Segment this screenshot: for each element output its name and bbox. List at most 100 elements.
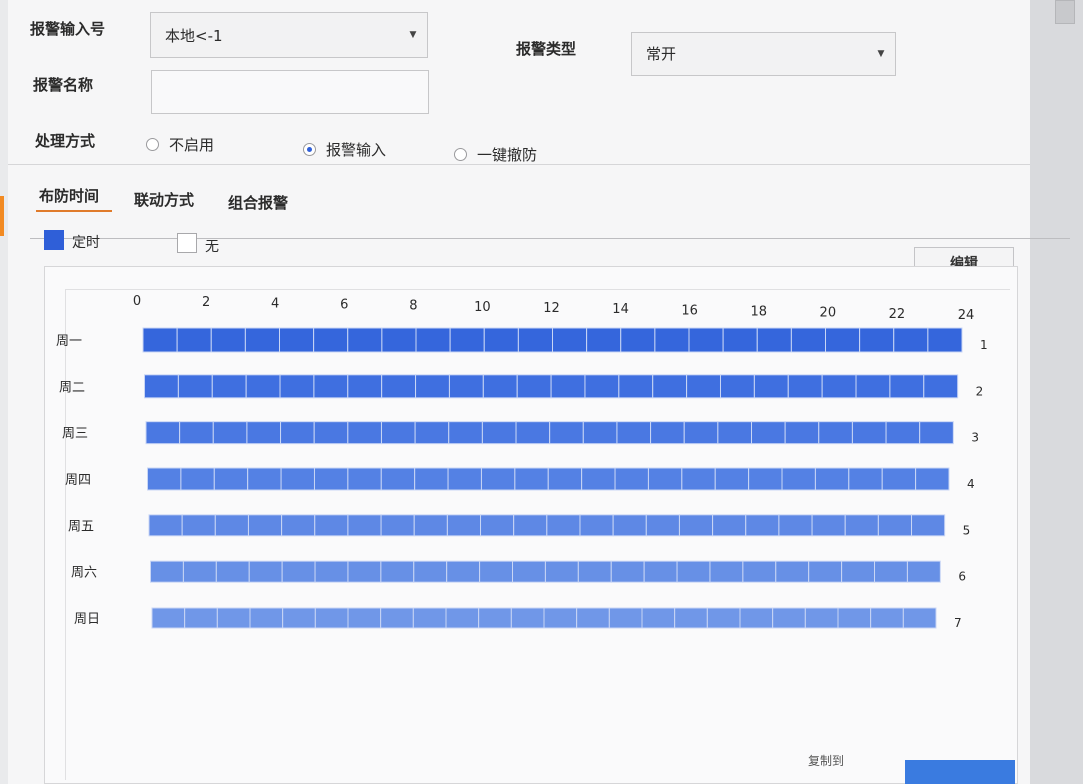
schedule-cell[interactable] bbox=[213, 467, 249, 491]
schedule-cell[interactable] bbox=[447, 467, 482, 491]
schedule-cell[interactable] bbox=[446, 514, 482, 537]
schedule-cell[interactable] bbox=[654, 327, 690, 353]
schedule-cell[interactable] bbox=[772, 607, 806, 629]
schedule-cell[interactable] bbox=[652, 374, 688, 399]
schedule-cell[interactable] bbox=[775, 560, 810, 583]
schedule-cell[interactable] bbox=[449, 327, 485, 353]
schedule-cell[interactable] bbox=[248, 560, 283, 583]
schedule-cell[interactable] bbox=[314, 607, 349, 629]
schedule-cell[interactable] bbox=[681, 467, 716, 491]
schedule-cell[interactable] bbox=[314, 514, 349, 537]
schedule-cell[interactable] bbox=[650, 421, 685, 445]
schedule-cell[interactable] bbox=[877, 514, 913, 537]
schedule-cell[interactable] bbox=[413, 514, 448, 537]
schedule-cell[interactable] bbox=[147, 467, 182, 491]
schedule-cell[interactable] bbox=[851, 421, 887, 445]
schedule-cell[interactable] bbox=[211, 374, 247, 399]
schedule-cell[interactable] bbox=[616, 421, 652, 445]
schedule-cell[interactable] bbox=[577, 560, 612, 583]
schedule-cell[interactable] bbox=[145, 421, 181, 445]
schedule-cell[interactable] bbox=[380, 560, 415, 583]
schedule-cell[interactable] bbox=[214, 514, 249, 537]
schedule-cell[interactable] bbox=[844, 514, 879, 537]
schedule-cell[interactable] bbox=[874, 560, 908, 583]
schedule-cell[interactable] bbox=[380, 421, 416, 445]
schedule-cell[interactable] bbox=[413, 560, 448, 583]
schedule-cell[interactable] bbox=[245, 374, 281, 399]
schedule-cell[interactable] bbox=[915, 467, 950, 491]
schedule-cell[interactable] bbox=[906, 560, 941, 583]
schedule-cell[interactable] bbox=[618, 374, 654, 399]
schedule-cell[interactable] bbox=[510, 607, 545, 629]
schedule-cell[interactable] bbox=[448, 421, 483, 445]
schedule-cell[interactable] bbox=[688, 327, 724, 353]
schedule-cell[interactable] bbox=[552, 327, 588, 353]
schedule-cell[interactable] bbox=[549, 421, 584, 445]
schedule-cell[interactable] bbox=[212, 421, 248, 445]
schedule-cell[interactable] bbox=[448, 374, 484, 399]
schedule-cell[interactable] bbox=[180, 467, 215, 491]
schedule-cell[interactable] bbox=[279, 327, 315, 353]
schedule-cell[interactable] bbox=[683, 421, 719, 445]
schedule-cell[interactable] bbox=[881, 467, 917, 491]
schedule-cell[interactable] bbox=[249, 607, 284, 629]
schedule-cell[interactable] bbox=[784, 421, 820, 445]
schedule-cell[interactable] bbox=[712, 514, 747, 537]
schedule-cell[interactable] bbox=[870, 607, 904, 629]
schedule-cell[interactable] bbox=[445, 607, 480, 629]
schedule-cell[interactable] bbox=[415, 327, 451, 353]
schedule-cell[interactable] bbox=[347, 560, 382, 583]
schedule-cell[interactable] bbox=[859, 327, 895, 353]
schedule-cell[interactable] bbox=[919, 421, 954, 445]
schedule-cell[interactable] bbox=[247, 514, 283, 537]
schedule-cell[interactable] bbox=[347, 467, 382, 491]
schedule-cell[interactable] bbox=[282, 607, 316, 629]
schedule-cell[interactable] bbox=[923, 374, 959, 399]
schedule-cell[interactable] bbox=[380, 514, 415, 537]
schedule-cell[interactable] bbox=[837, 607, 872, 629]
schedule-cell[interactable] bbox=[512, 560, 546, 583]
schedule-cell[interactable] bbox=[244, 327, 280, 353]
schedule-cell[interactable] bbox=[643, 560, 678, 583]
schedule-cell[interactable] bbox=[313, 374, 349, 399]
schedule-cell[interactable] bbox=[313, 421, 349, 445]
schedule-cell[interactable] bbox=[347, 421, 382, 445]
schedule-cell[interactable] bbox=[641, 607, 676, 629]
schedule-cell[interactable] bbox=[483, 327, 519, 353]
schedule-cell[interactable] bbox=[582, 421, 618, 445]
schedule-cell[interactable] bbox=[414, 421, 450, 445]
schedule-cell[interactable] bbox=[513, 514, 548, 537]
schedule-cell[interactable] bbox=[181, 514, 216, 537]
schedule-cell[interactable] bbox=[927, 327, 963, 353]
schedule-cell[interactable] bbox=[480, 467, 516, 491]
schedule-cell[interactable] bbox=[676, 560, 711, 583]
schedule-cell[interactable] bbox=[184, 607, 218, 629]
schedule-cell[interactable] bbox=[581, 467, 616, 491]
schedule-cell[interactable] bbox=[614, 467, 649, 491]
schedule-cell[interactable] bbox=[280, 467, 315, 491]
schedule-cell[interactable] bbox=[347, 327, 383, 353]
schedule-cell[interactable] bbox=[415, 374, 450, 399]
schedule-cell[interactable] bbox=[678, 514, 714, 537]
schedule-cell[interactable] bbox=[885, 421, 921, 445]
schedule-cell[interactable] bbox=[745, 514, 780, 537]
schedule-cell[interactable] bbox=[818, 421, 853, 445]
schedule-cell[interactable] bbox=[479, 560, 514, 583]
schedule-cell[interactable] bbox=[182, 560, 217, 583]
schedule-cell[interactable] bbox=[821, 374, 857, 399]
save-button-edge[interactable] bbox=[905, 760, 1015, 784]
schedule-cell[interactable] bbox=[517, 327, 553, 353]
schedule-cell[interactable] bbox=[748, 467, 783, 491]
schedule-cell[interactable] bbox=[586, 327, 622, 353]
schedule-cell[interactable] bbox=[515, 421, 551, 445]
schedule-cell[interactable] bbox=[313, 467, 349, 491]
schedule-cell[interactable] bbox=[179, 421, 214, 445]
schedule-cell[interactable] bbox=[347, 607, 382, 629]
schedule-cell[interactable] bbox=[706, 607, 741, 629]
schedule-cell[interactable] bbox=[246, 421, 282, 445]
schedule-cell[interactable] bbox=[380, 607, 414, 629]
schedule-cell[interactable] bbox=[150, 560, 184, 583]
schedule-cell[interactable] bbox=[482, 374, 518, 399]
schedule-cell[interactable] bbox=[825, 327, 861, 353]
schedule-cell[interactable] bbox=[584, 374, 620, 399]
